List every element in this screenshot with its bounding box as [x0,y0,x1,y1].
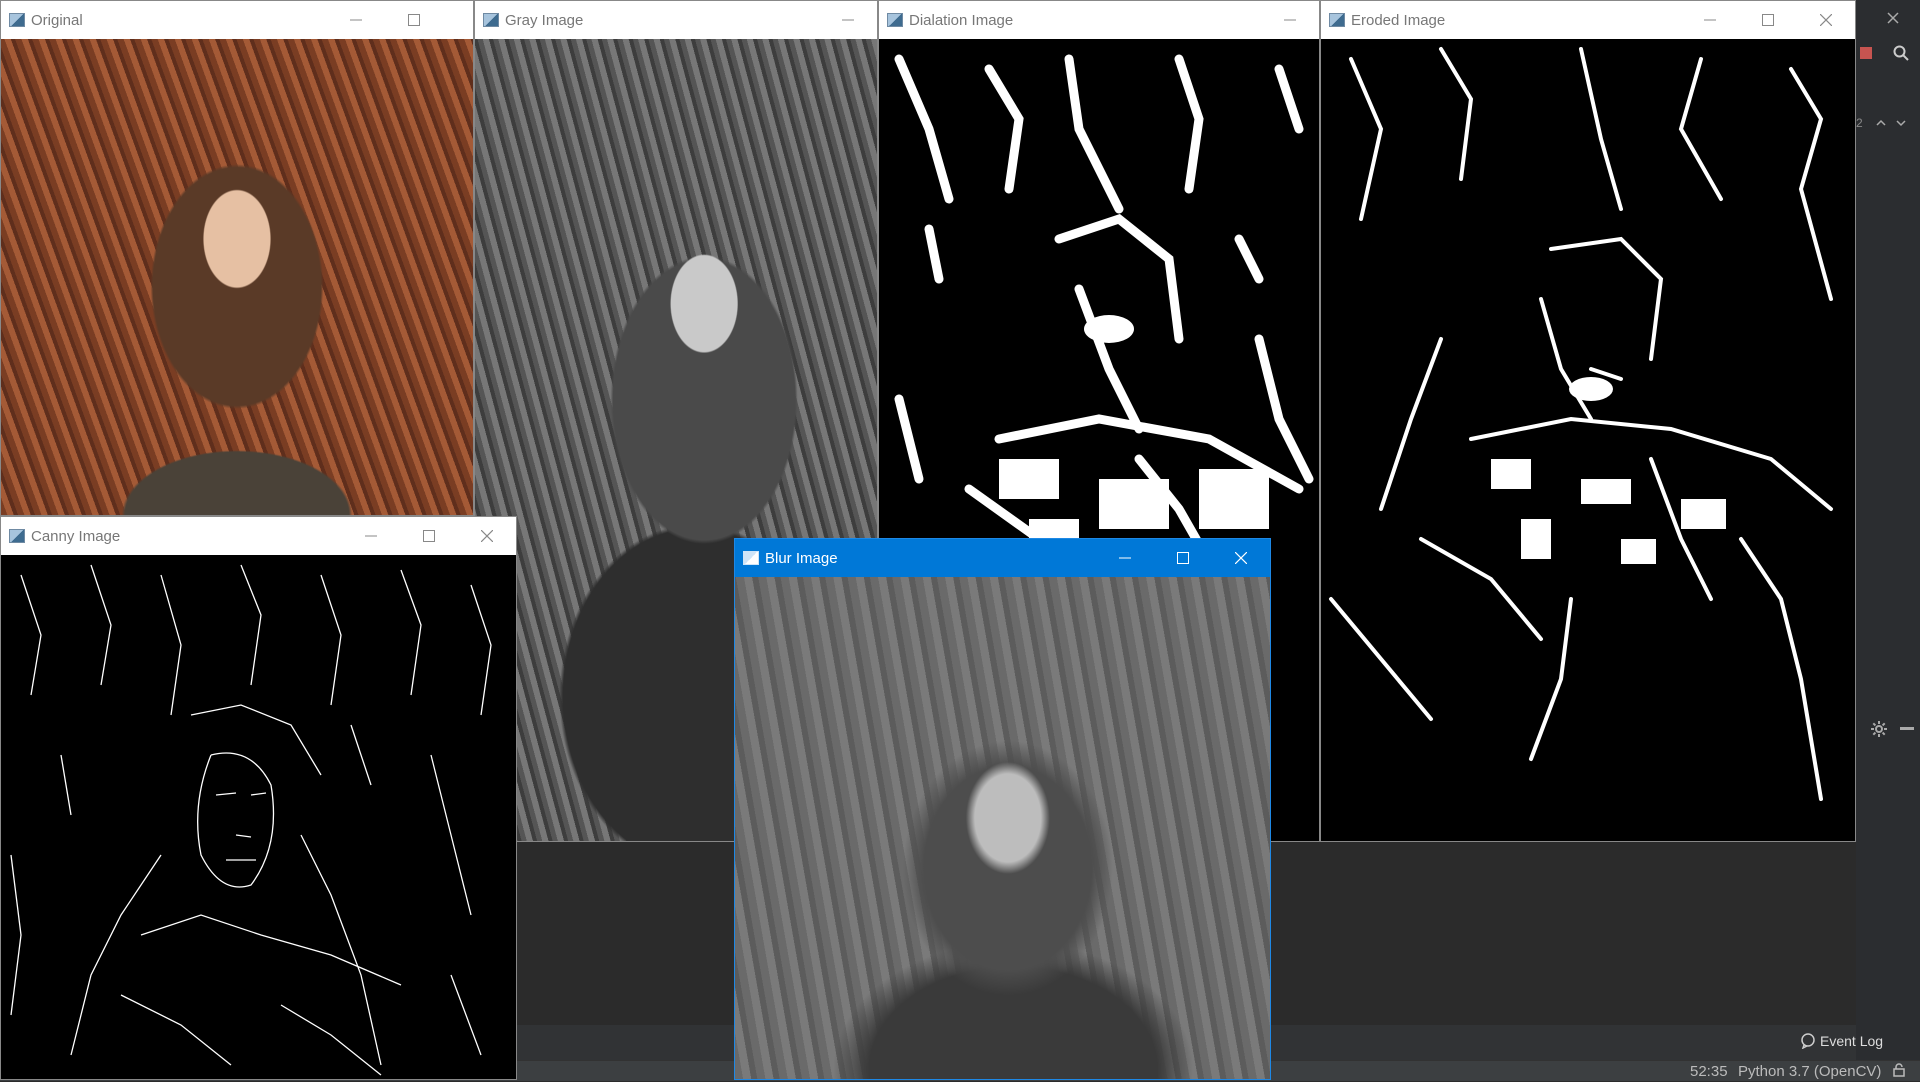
stop-icon[interactable] [1860,47,1872,59]
gear-icon[interactable] [1870,720,1888,738]
minimize-icon [365,535,377,537]
window-eroded[interactable]: Eroded Image [1320,0,1856,842]
close-icon [1235,552,1247,564]
eroded-image [1321,39,1855,841]
blur-image [735,577,1270,1079]
maximize-button[interactable] [1739,1,1797,39]
minimize-icon [842,19,854,21]
window-title: Original [31,11,83,29]
titlebar[interactable]: Blur Image [735,539,1270,577]
speech-bubble-icon [1801,1033,1815,1049]
window-title: Dialation Image [909,11,1014,29]
window-blur[interactable]: Blur Image [734,538,1271,1080]
lock-icon[interactable] [1892,1063,1906,1077]
chevron-up-icon[interactable] [1875,116,1887,128]
window-title: Gray Image [505,11,584,29]
close-button[interactable] [1797,1,1855,39]
event-log-button[interactable]: Event Log [1800,1033,1883,1049]
window-title: Canny Image [31,527,121,545]
close-icon [481,530,493,542]
minimize-icon [350,19,362,21]
minimize-icon [1284,19,1296,21]
minimize-button[interactable] [327,1,385,39]
minimize-icon [1119,557,1131,559]
maximize-button[interactable] [400,517,458,555]
close-button[interactable] [458,517,516,555]
minimize-button[interactable] [342,517,400,555]
ide-right-toolbar: 2 [1856,0,1920,1080]
minimize-button[interactable] [1261,1,1319,39]
maximize-button[interactable] [385,1,443,39]
minimize-panel-icon[interactable] [1900,727,1914,730]
app-icon [9,13,25,27]
chevron-down-icon[interactable] [1895,116,1907,128]
titlebar[interactable]: Eroded Image [1321,1,1855,39]
maximize-icon [1762,14,1774,26]
interpreter-label[interactable]: Python 3.7 (OpenCV) [1738,1063,1881,1080]
app-icon [9,529,25,543]
minimize-icon [1704,19,1716,21]
event-log-label: Event Log [1820,1033,1884,1049]
gutter-number: 2 [1856,116,1863,130]
app-icon [483,13,499,27]
titlebar[interactable]: Gray Image [475,1,877,39]
window-title: Eroded Image [1351,11,1446,29]
cursor-position[interactable]: 52:35 [1690,1063,1728,1080]
titlebar[interactable]: Dialation Image [879,1,1319,39]
original-image [1,39,473,515]
search-icon[interactable] [1892,44,1910,62]
canny-image [1,555,516,1079]
close-icon[interactable] [1885,10,1901,26]
titlebar[interactable]: Canny Image [1,517,516,555]
minimize-button[interactable] [819,1,877,39]
window-original[interactable]: Original [0,0,474,516]
close-button[interactable] [1212,539,1270,577]
maximize-icon [1177,552,1189,564]
maximize-icon [408,14,420,26]
maximize-icon [423,530,435,542]
app-icon [1329,13,1345,27]
app-icon [887,13,903,27]
window-canny[interactable]: Canny Image [0,516,517,1080]
maximize-button[interactable] [1154,539,1212,577]
app-icon [743,551,759,565]
titlebar[interactable]: Original [1,1,473,39]
window-title: Blur Image [765,549,838,567]
minimize-button[interactable] [1681,1,1739,39]
minimize-button[interactable] [1096,539,1154,577]
close-icon [1820,14,1832,26]
